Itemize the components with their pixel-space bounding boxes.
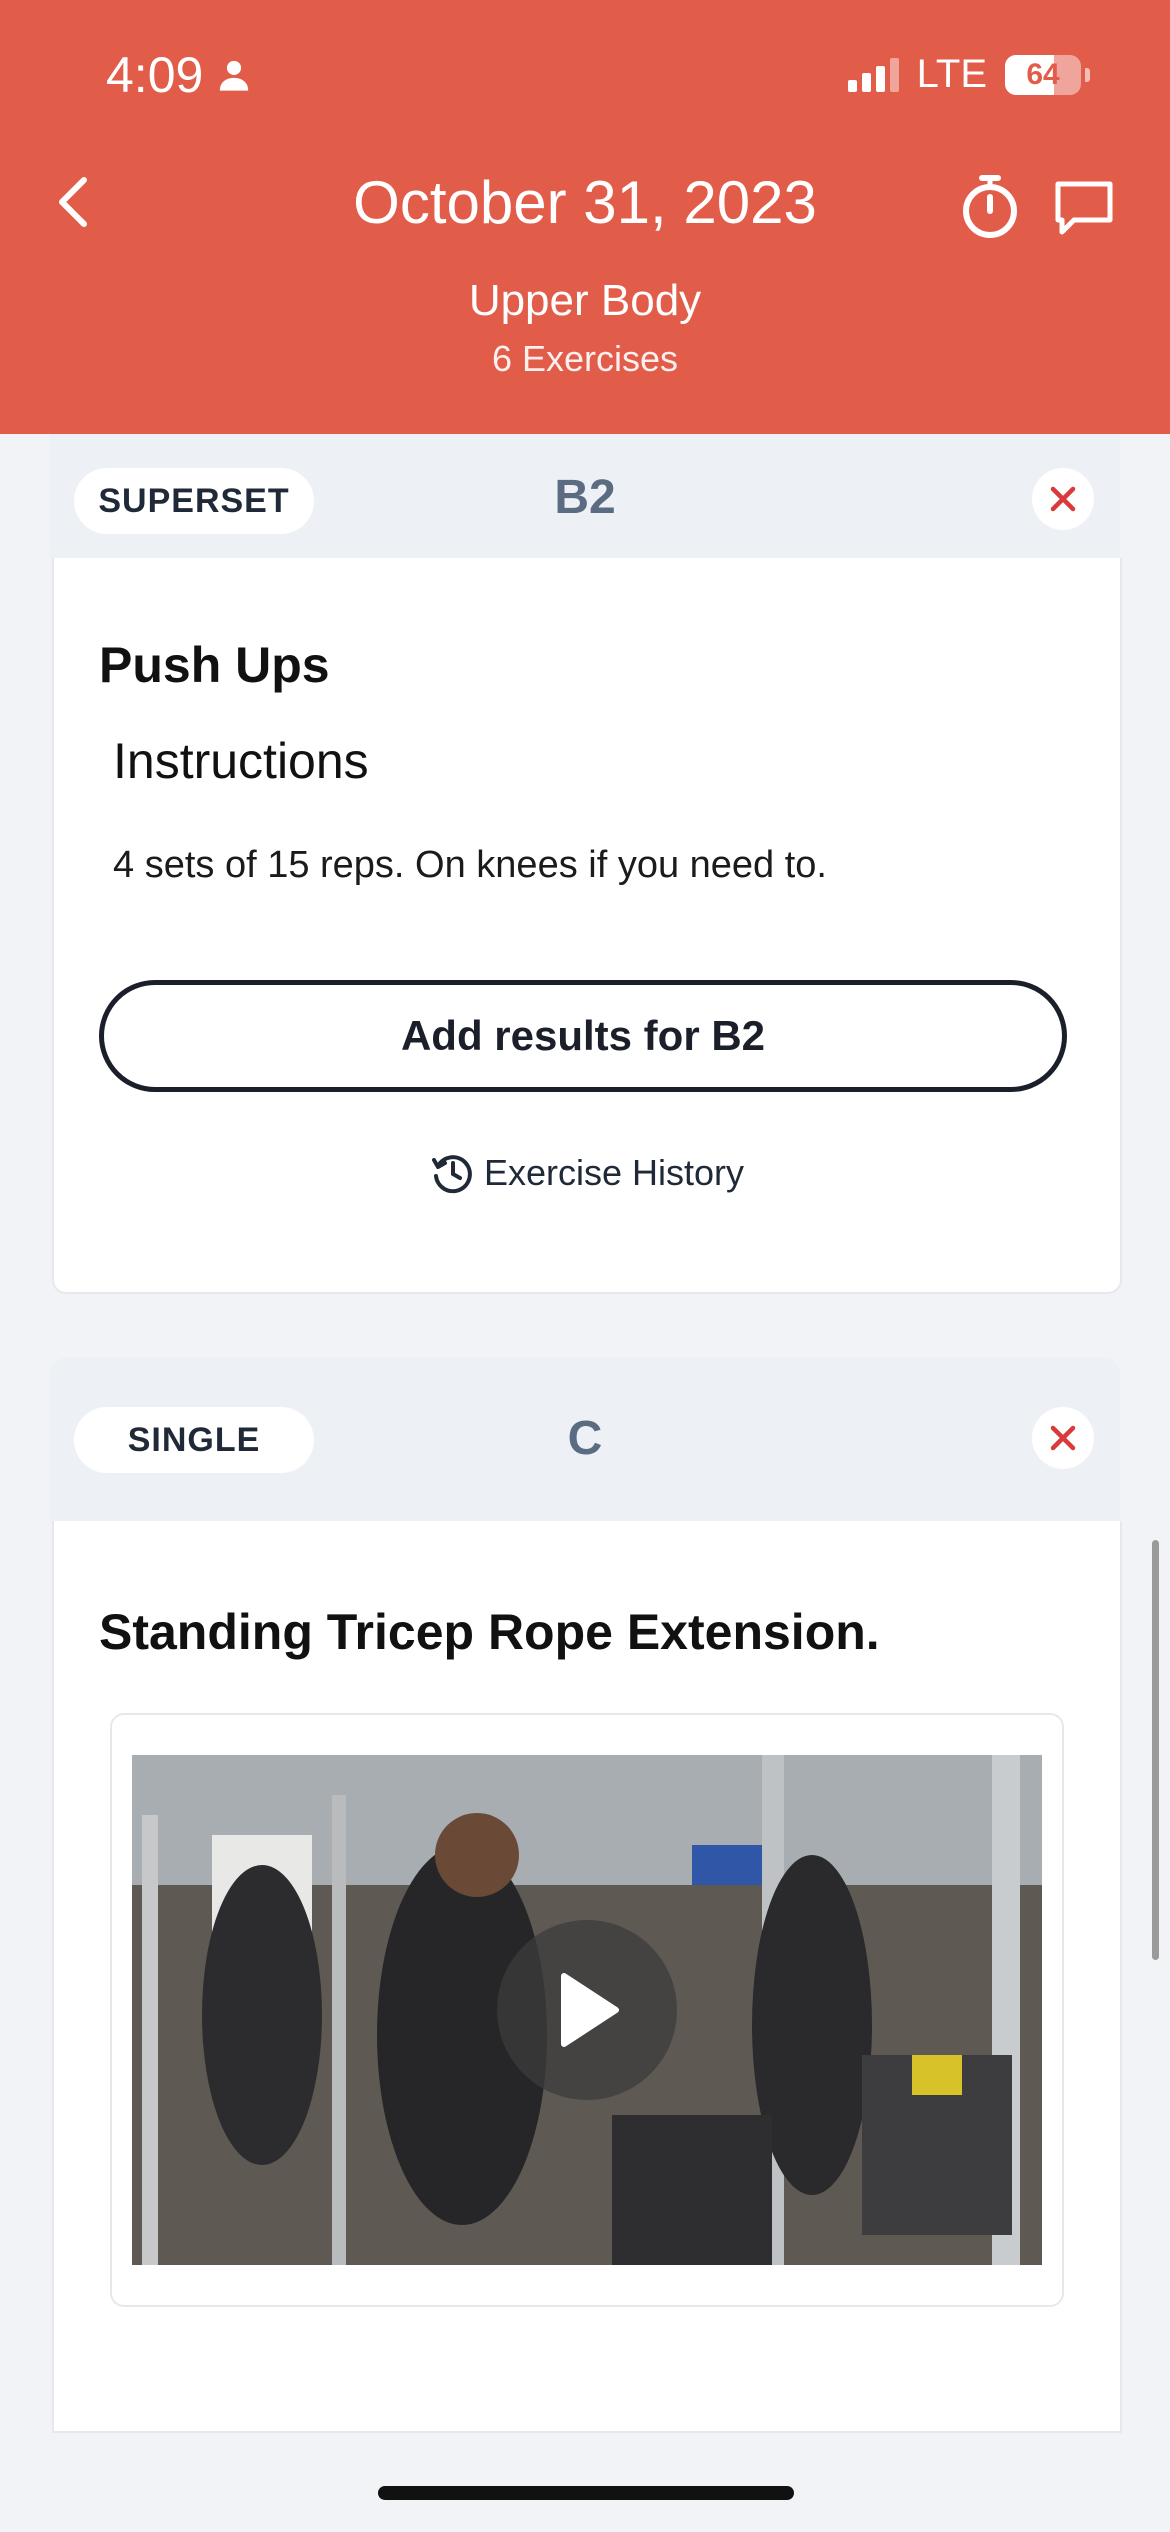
close-x-icon <box>1050 486 1076 512</box>
status-time: 4:09 <box>106 46 251 104</box>
app-header: 4:09 LTE 64 October 31, 2023 Upper Body … <box>0 0 1170 434</box>
signal-icon <box>847 57 899 92</box>
block-label: B2 <box>554 471 616 524</box>
instructions-text: 4 sets of 15 reps. On knees if you need … <box>113 844 827 886</box>
exercise-video-thumbnail[interactable] <box>132 1755 1042 2265</box>
scrollbar[interactable] <box>1152 1540 1159 1960</box>
video-frame <box>110 1713 1064 2307</box>
remove-block-button[interactable] <box>1032 1407 1094 1469</box>
chat-icon[interactable] <box>1052 176 1116 240</box>
network-label: LTE <box>916 52 987 96</box>
person-icon <box>220 60 249 91</box>
stopwatch-icon[interactable] <box>955 172 1025 242</box>
block-header-c: SINGLE C <box>50 1357 1120 1521</box>
home-indicator[interactable] <box>378 2486 794 2500</box>
exercise-card-c: Standing Tricep Rope Extension. <box>52 1521 1122 2433</box>
close-x-icon <box>1050 1425 1076 1451</box>
exercise-count: 6 Exercises <box>491 338 679 379</box>
exercise-name: Standing Tricep Rope Extension. <box>99 1604 880 1660</box>
instructions-heading: Instructions <box>113 733 369 789</box>
exercise-name: Push Ups <box>99 637 330 693</box>
play-icon <box>561 1973 619 2047</box>
status-indicators: LTE 64 <box>847 52 1090 97</box>
add-results-button[interactable]: Add results for B2 <box>99 980 1067 1092</box>
play-button[interactable] <box>497 1920 677 2100</box>
workout-name: Upper Body <box>468 276 702 325</box>
status-clock: 4:09 <box>106 47 204 103</box>
exercise-history-link[interactable]: Exercise History <box>54 1150 1120 1196</box>
block-label: C <box>567 1412 603 1465</box>
block-header-b2: SUPERSET B2 <box>50 434 1120 558</box>
exercise-card-b2: Push Ups Instructions 4 sets of 15 reps.… <box>52 558 1122 1294</box>
history-clock-icon <box>431 1155 472 1194</box>
battery-icon: 64 <box>1005 54 1090 95</box>
exercise-history-label: Exercise History <box>483 1152 745 1193</box>
remove-block-button[interactable] <box>1032 468 1094 530</box>
battery-percent: 64 <box>1026 57 1060 91</box>
